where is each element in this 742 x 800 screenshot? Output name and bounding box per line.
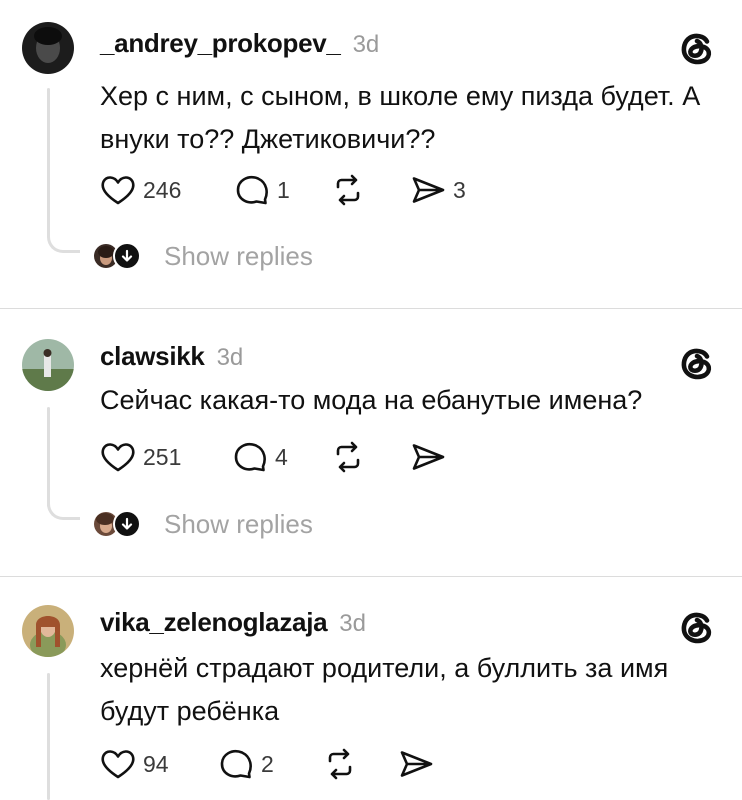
show-replies-row[interactable]: Show replies — [94, 506, 313, 542]
like-count: 246 — [143, 176, 182, 203]
thread-connector — [47, 499, 80, 520]
comment-item: vika_zelenoglazaja 3d хернёй страдают ро… — [0, 577, 742, 800]
threads-logo-icon[interactable] — [672, 603, 720, 651]
thread-line — [47, 407, 50, 507]
reply-count: 2 — [261, 750, 274, 777]
username[interactable]: vika_zelenoglazaja — [100, 607, 328, 638]
like-button[interactable]: 94 — [98, 744, 169, 784]
repost-icon — [336, 441, 360, 473]
comment-item: _andrey_prokopev_ 3d Хер с ним, с сыном,… — [0, 0, 742, 308]
heart-icon — [101, 176, 135, 205]
thread-line — [47, 673, 50, 800]
show-replies-row[interactable]: Show replies — [94, 238, 313, 274]
show-replies-link[interactable]: Show replies — [164, 241, 313, 272]
like-count: 251 — [143, 443, 182, 470]
avatar[interactable] — [22, 605, 74, 657]
send-icon — [400, 751, 433, 777]
repost-icon — [328, 748, 352, 780]
comment-item: clawsikk 3d Сейчас какая-то мода на ебан… — [0, 309, 742, 576]
threads-logo-icon[interactable] — [672, 24, 720, 72]
send-icon — [412, 177, 445, 203]
like-button[interactable]: 246 — [98, 170, 181, 210]
username[interactable]: clawsikk — [100, 341, 205, 372]
heart-icon — [101, 750, 135, 779]
like-count: 94 — [143, 750, 169, 777]
comment-text: Сейчас какая-то мода на ебанутые имена? — [100, 385, 643, 415]
share-button[interactable] — [396, 744, 436, 784]
speech-bubble-icon — [234, 442, 266, 472]
thread-connector — [47, 232, 80, 253]
show-replies-link[interactable]: Show replies — [164, 509, 313, 540]
thread-line — [47, 88, 50, 238]
reply-button[interactable]: 4 — [230, 437, 288, 477]
reply-count: 1 — [277, 176, 290, 203]
comment-text: Хер с ним, с сыном, в школе ему пизда бу… — [100, 81, 701, 154]
repost-button[interactable] — [328, 437, 368, 477]
comment-text: хернёй страдают родители, а буллить за и… — [100, 653, 669, 726]
arrow-down-icon — [113, 242, 141, 270]
arrow-down-icon — [113, 510, 141, 538]
avatar[interactable] — [22, 339, 74, 391]
reply-button[interactable]: 2 — [216, 744, 274, 784]
timestamp: 3d — [216, 344, 244, 371]
username[interactable]: _andrey_prokopev_ — [100, 28, 341, 59]
reply-count: 4 — [275, 443, 288, 470]
repost-button[interactable] — [320, 744, 360, 784]
speech-bubble-icon — [236, 175, 268, 205]
heart-icon — [101, 443, 135, 472]
avatar[interactable] — [22, 22, 74, 74]
timestamp: 3d — [339, 610, 366, 637]
send-icon — [412, 444, 445, 470]
like-button[interactable]: 251 — [98, 437, 181, 477]
speech-bubble-icon — [220, 749, 252, 779]
share-count: 3 — [453, 176, 466, 203]
repost-button[interactable] — [328, 170, 368, 210]
share-button[interactable] — [408, 437, 448, 477]
share-button[interactable]: 3 — [408, 170, 466, 210]
repost-icon — [336, 174, 360, 206]
reply-button[interactable]: 1 — [232, 170, 290, 210]
timestamp: 3d — [352, 31, 380, 58]
